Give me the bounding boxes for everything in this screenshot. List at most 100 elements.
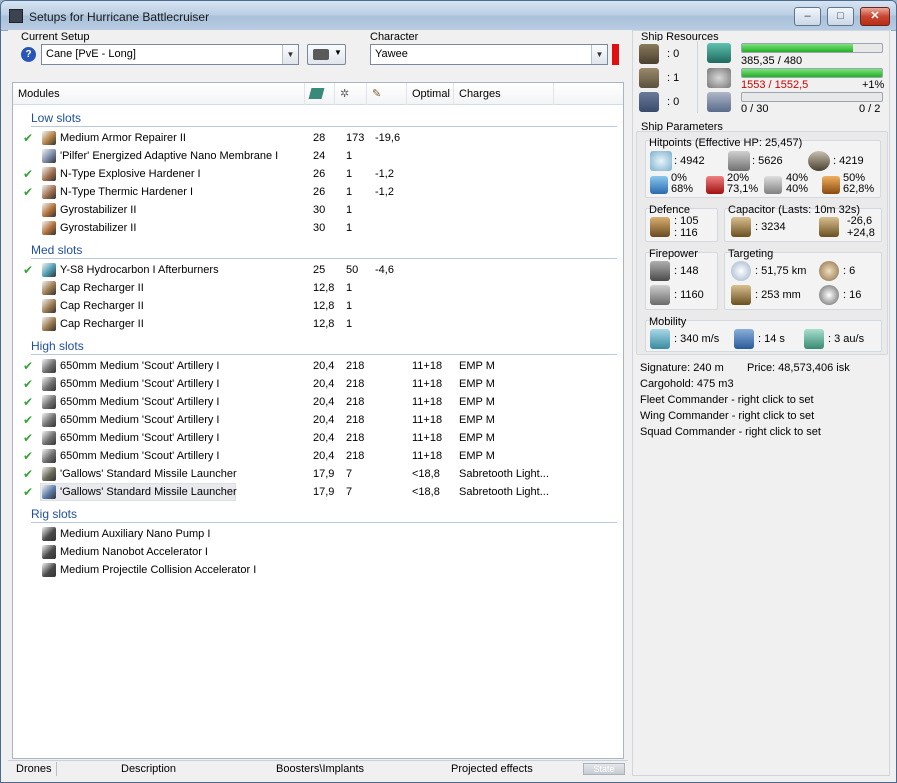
module-row[interactable]: Gyrostabilizer II 30 1: [13, 201, 623, 219]
maximize-button[interactable]: □: [827, 7, 854, 26]
fleet-commander[interactable]: Fleet Commander - right click to set: [640, 394, 814, 406]
capacitor-recharge-icon: [819, 217, 839, 237]
checkmark-icon[interactable]: ✔: [23, 449, 33, 463]
module-row[interactable]: Medium Nanobot Accelerator I: [13, 543, 623, 561]
section-divider: [31, 258, 617, 259]
module-row[interactable]: 'Pilfer' Energized Adaptive Nano Membran…: [13, 147, 623, 165]
module-cpu: 26: [313, 168, 326, 180]
chevron-down-icon: ▼: [334, 48, 342, 57]
module-row[interactable]: ✔ 'Gallows' Standard Missile Launcher 17,9…: [13, 483, 623, 501]
module-cpu: 30: [313, 222, 326, 234]
module-row[interactable]: ✔ 650mm Medium 'Scout' Artillery I 20,4 218…: [13, 393, 623, 411]
module-cpu: 20,4: [313, 432, 335, 444]
col-optimal[interactable]: Optimal: [407, 83, 454, 105]
module-icon: [42, 431, 56, 445]
current-setup-select[interactable]: Cane [PvE - Long] ▼: [41, 44, 299, 65]
checkmark-icon[interactable]: ✔: [23, 377, 33, 391]
hitpoints-title: Hitpoints (Effective HP: 25,457): [649, 137, 803, 149]
module-cpu: 28: [313, 132, 326, 144]
module-row[interactable]: Cap Recharger II 12,8 1: [13, 315, 623, 333]
module-charges: EMP M: [459, 450, 495, 462]
kinetic-resist-armor: 40%: [786, 183, 809, 195]
module-charges: EMP M: [459, 432, 495, 444]
col-powergrid[interactable]: ✲: [335, 83, 367, 105]
col-cpu[interactable]: [305, 83, 335, 105]
tab-projected-effects[interactable]: Projected effects: [451, 763, 533, 775]
help-icon[interactable]: ?: [21, 47, 36, 62]
checkmark-icon[interactable]: ✔: [23, 395, 33, 409]
module-row[interactable]: ✔ Medium Armor Repairer II 28 173 -19,6: [13, 129, 623, 147]
character-select[interactable]: Yawee ▼: [370, 44, 608, 65]
checkmark-icon[interactable]: ✔: [23, 467, 33, 481]
calibration-count: : 0: [667, 96, 680, 108]
module-cpu: 20,4: [313, 396, 335, 408]
tab-description[interactable]: Description: [121, 763, 176, 775]
em-resist-icon: [650, 176, 668, 194]
module-optimal: 11+18: [412, 396, 443, 408]
module-optimal: 11+18: [412, 414, 443, 426]
module-row[interactable]: Cap Recharger II 12,8 1: [13, 279, 623, 297]
defence-value-a: : 105: [674, 215, 699, 227]
module-row[interactable]: ✔ 650mm Medium 'Scout' Artillery I 20,4 218…: [13, 375, 623, 393]
checkmark-icon[interactable]: ✔: [23, 263, 33, 277]
squad-commander[interactable]: Squad Commander - right click to set: [640, 426, 821, 438]
module-row[interactable]: ✔ N-Type Thermic Hardener I 26 1 -1,2: [13, 183, 623, 201]
capacitor-icon: [731, 217, 751, 237]
module-icon: [42, 317, 56, 331]
module-row[interactable]: ✔ 650mm Medium 'Scout' Artillery I 20,4 218…: [13, 357, 623, 375]
tab-drones[interactable]: Drones: [16, 763, 51, 775]
current-setup-label: Current Setup: [21, 31, 90, 43]
checkmark-icon[interactable]: ✔: [23, 167, 33, 181]
checkmark-icon[interactable]: ✔: [23, 131, 33, 145]
wing-commander[interactable]: Wing Commander - right click to set: [640, 410, 814, 422]
chevron-down-icon[interactable]: ▼: [282, 45, 298, 64]
module-powergrid: 218: [346, 396, 365, 408]
module-cpu: 20,4: [313, 414, 335, 426]
targeting-title: Targeting: [728, 248, 774, 260]
setup-tools-button[interactable]: ▼: [307, 44, 346, 65]
col-charges[interactable]: Charges: [454, 83, 554, 105]
targeting-sensor: : 16: [843, 289, 862, 301]
checkmark-icon[interactable]: ✔: [23, 359, 33, 373]
module-row[interactable]: Medium Projectile Collision Accelerator …: [13, 561, 623, 579]
title-bar[interactable]: Setups for Hurricane Battlecruiser – □ ✕: [1, 1, 896, 31]
capacitor-capacity: : 3234: [755, 221, 786, 233]
checkmark-icon[interactable]: ✔: [23, 185, 33, 199]
tab-boosters-implants[interactable]: Boosters\Implants: [276, 763, 364, 775]
module-cpu: 17,9: [313, 486, 335, 498]
module-row[interactable]: Gyrostabilizer II 30 1: [13, 219, 623, 237]
module-icon: [42, 467, 56, 481]
checkmark-icon[interactable]: ✔: [23, 431, 33, 445]
module-row[interactable]: ✔ 650mm Medium 'Scout' Artillery I 20,4 218…: [13, 411, 623, 429]
module-name: Medium Nanobot Accelerator I: [60, 546, 208, 558]
checkmark-icon[interactable]: ✔: [23, 485, 33, 499]
state-button[interactable]: State: [583, 763, 625, 775]
section-divider: [31, 522, 617, 523]
module-row[interactable]: ✔ 'Gallows' Standard Missile Launcher 17,9…: [13, 465, 623, 483]
minimize-button[interactable]: –: [794, 7, 821, 26]
chevron-down-icon[interactable]: ▼: [591, 45, 607, 64]
mobility-align: : 14 s: [758, 333, 785, 345]
cpu-bar-fill: [742, 44, 853, 52]
checkmark-icon[interactable]: ✔: [23, 413, 33, 427]
module-row[interactable]: ✔ N-Type Explosive Hardener I 26 1 -1,2: [13, 165, 623, 183]
module-row[interactable]: ✔ 650mm Medium 'Scout' Artillery I 20,4 218…: [13, 447, 623, 465]
shield-hp: : 4942: [674, 155, 705, 167]
modules-list[interactable]: Modules ✲ ✎ Optimal Charges Low slots ✔ Me…: [12, 82, 624, 759]
module-icon: [42, 131, 56, 145]
module-icon: [42, 281, 56, 295]
firepower-title: Firepower: [649, 248, 698, 260]
module-row[interactable]: ✔ Y-S8 Hydrocarbon I Afterburners 25 50 -4,6: [13, 261, 623, 279]
module-powergrid: 1: [346, 204, 353, 216]
module-row[interactable]: ✔ 650mm Medium 'Scout' Artillery I 20,4 218…: [13, 429, 623, 447]
module-row[interactable]: Medium Auxiliary Nano Pump I: [13, 525, 623, 543]
module-icon: [42, 299, 56, 313]
cpu-bar: [741, 43, 883, 53]
col-modules[interactable]: Modules: [13, 83, 305, 105]
module-cpu: 20,4: [313, 450, 335, 462]
col-capacitor[interactable]: ✎: [367, 83, 407, 105]
structure-hp: : 4219: [833, 155, 864, 167]
armor-icon: [728, 151, 750, 171]
module-row[interactable]: Cap Recharger II 12,8 1: [13, 297, 623, 315]
close-button[interactable]: ✕: [860, 7, 890, 26]
